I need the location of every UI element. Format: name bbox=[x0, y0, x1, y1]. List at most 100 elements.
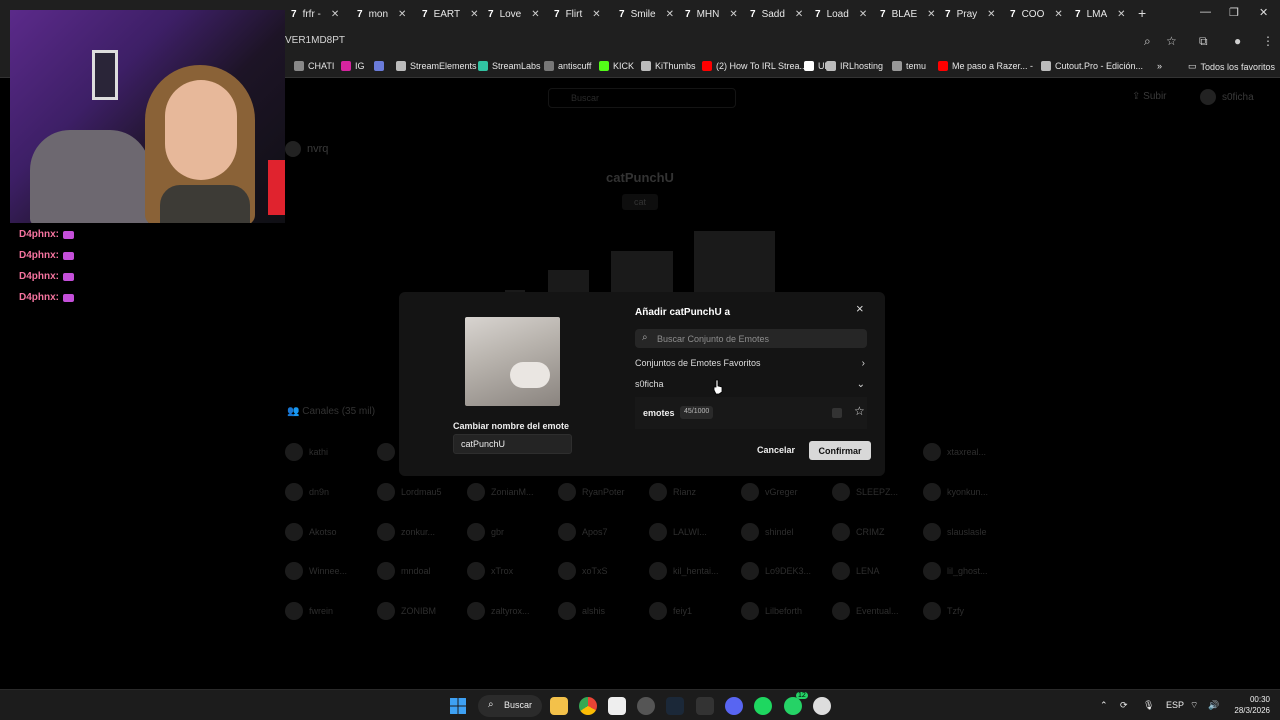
bookmark-item[interactable]: CHATI bbox=[294, 61, 334, 71]
tab-close-icon[interactable]: ✕ bbox=[470, 9, 478, 20]
browser-menu-icon[interactable]: ⋮ bbox=[1262, 34, 1274, 48]
new-tab-button[interactable]: + bbox=[1138, 5, 1146, 21]
star-icon[interactable]: ☆ bbox=[854, 404, 865, 418]
channel-item[interactable]: ZonianM... bbox=[467, 483, 534, 501]
channel-item[interactable]: gbr bbox=[467, 523, 504, 541]
channel-item[interactable]: RyanPoter bbox=[558, 483, 625, 501]
browser-tab[interactable]: 7 Load ✕ bbox=[815, 4, 867, 24]
browser-tab[interactable]: 7 Sadd ✕ bbox=[750, 4, 803, 24]
user-sets-section[interactable]: s0ficha ⌄ bbox=[635, 379, 867, 393]
epic-games-icon[interactable] bbox=[696, 697, 714, 715]
browser-tab[interactable]: 7 Love ✕ bbox=[488, 4, 540, 24]
channel-item[interactable]: kyonkun... bbox=[923, 483, 988, 501]
bookmark-item[interactable]: antiscuff bbox=[544, 61, 591, 71]
channel-item[interactable]: xTrox bbox=[467, 562, 513, 580]
profile-avatar[interactable]: ● bbox=[1234, 34, 1241, 48]
taskbar-search[interactable]: ⌕ Buscar bbox=[478, 695, 542, 717]
upload-button[interactable]: ⇪ Subir bbox=[1132, 91, 1167, 102]
bookmark-item[interactable]: KiThumbs bbox=[641, 61, 696, 71]
tab-close-icon[interactable]: ✕ bbox=[927, 9, 935, 20]
minimize-button[interactable]: — bbox=[1200, 6, 1211, 18]
browser-tab[interactable]: 7 mon ✕ bbox=[357, 4, 406, 24]
all-bookmarks-button[interactable]: ▭ Todos los favoritos bbox=[1188, 61, 1275, 72]
emote-set-checkbox[interactable] bbox=[832, 408, 842, 418]
channel-item[interactable]: Rianz bbox=[649, 483, 696, 501]
url-field[interactable]: VER1MD8PT bbox=[285, 35, 345, 46]
steam-icon[interactable] bbox=[666, 697, 684, 715]
confirm-button[interactable]: Confirmar bbox=[809, 441, 871, 460]
bookmark-item[interactable]: temu bbox=[892, 61, 926, 71]
channel-item[interactable]: Eventual... bbox=[832, 602, 899, 620]
channel-item[interactable]: mndoal bbox=[377, 562, 431, 580]
channel-item[interactable]: zonkur... bbox=[377, 523, 435, 541]
channel-item[interactable]: Akotso bbox=[285, 523, 337, 541]
tab-close-icon[interactable]: ✕ bbox=[666, 9, 674, 20]
channel-item[interactable]: shindel bbox=[741, 523, 794, 541]
channel-item[interactable]: Lordmau5 bbox=[377, 483, 442, 501]
network-icon[interactable]: ⟳ bbox=[1120, 700, 1128, 711]
site-search-input[interactable]: Buscar bbox=[548, 88, 736, 108]
channel-item[interactable]: lil_ghost... bbox=[923, 562, 988, 580]
channel-item[interactable]: Tzfy bbox=[923, 602, 964, 620]
channel-item[interactable]: kathi bbox=[285, 443, 328, 461]
browser-tab[interactable]: 7 Smile ✕ bbox=[619, 4, 674, 24]
spotify-icon[interactable] bbox=[754, 697, 772, 715]
bookmark-item[interactable]: StreamLabs bbox=[478, 61, 541, 71]
channels-tab[interactable]: 👥 Canales (35 mil) bbox=[287, 406, 375, 417]
tab-close-icon[interactable]: ✕ bbox=[1117, 9, 1125, 20]
channel-item[interactable]: Apos7 bbox=[558, 523, 608, 541]
emote-owner[interactable]: nvrq bbox=[285, 141, 328, 157]
browser-tab[interactable]: 7 COO ✕ bbox=[1010, 4, 1063, 24]
bookmark-item[interactable]: Me paso a Razer... - bbox=[938, 61, 1033, 71]
channel-item[interactable]: slauslasle bbox=[923, 523, 987, 541]
tab-close-icon[interactable]: ✕ bbox=[398, 9, 406, 20]
channel-item[interactable]: Lilbeforth bbox=[741, 602, 802, 620]
zoom-icon[interactable]: ⌕ bbox=[1144, 34, 1151, 49]
channel-item[interactable]: ZONIBM bbox=[377, 602, 436, 620]
discord-icon[interactable] bbox=[725, 697, 743, 715]
capcut-icon[interactable] bbox=[608, 697, 626, 715]
cancel-button[interactable]: Cancelar bbox=[757, 445, 795, 455]
channel-item[interactable]: kil_hentai... bbox=[649, 562, 719, 580]
channel-item[interactable]: fwrein bbox=[285, 602, 333, 620]
language-indicator[interactable]: ESP bbox=[1166, 700, 1184, 710]
obs-icon[interactable] bbox=[637, 697, 655, 715]
file-explorer-icon[interactable] bbox=[550, 697, 568, 715]
browser-tab[interactable]: 7 Pray ✕ bbox=[945, 4, 996, 24]
channel-item[interactable]: feiy1 bbox=[649, 602, 692, 620]
browser-tab[interactable]: 7 frfr - ✕ bbox=[291, 4, 339, 24]
tab-close-icon[interactable]: ✕ bbox=[1054, 9, 1062, 20]
volume-icon[interactable]: 🔊 bbox=[1208, 700, 1219, 711]
browser-tab[interactable]: 7 LMA ✕ bbox=[1075, 4, 1126, 24]
wifi-icon[interactable]: ⌔ bbox=[1190, 700, 1198, 711]
emote-set-search-input[interactable] bbox=[657, 331, 857, 346]
bookmark-item[interactable]: (2) How To IRL Strea... bbox=[702, 61, 807, 71]
user-menu[interactable]: s0ficha bbox=[1200, 89, 1254, 105]
windows-start-icon[interactable] bbox=[449, 697, 467, 715]
browser-tab[interactable]: 7 EART ✕ bbox=[422, 4, 478, 24]
whatsapp-icon[interactable] bbox=[784, 697, 802, 715]
close-icon[interactable]: × bbox=[856, 301, 864, 316]
tab-close-icon[interactable]: ✕ bbox=[859, 9, 867, 20]
chrome-icon[interactable] bbox=[579, 697, 597, 715]
browser-tab[interactable]: 7 BLAE ✕ bbox=[880, 4, 936, 24]
channel-item[interactable]: LALWI... bbox=[649, 523, 707, 541]
tab-close-icon[interactable]: ✕ bbox=[729, 9, 737, 20]
channel-item[interactable]: dn9n bbox=[285, 483, 329, 501]
emote-set-row[interactable]: emotes 45/1000 ☆ bbox=[635, 397, 867, 429]
channel-item[interactable]: vGreger bbox=[741, 483, 798, 501]
browser-tab[interactable]: 7 Flirt ✕ bbox=[554, 4, 601, 24]
bookmark-item[interactable]: IRLhosting bbox=[826, 61, 883, 71]
channel-item[interactable]: zaltyrox... bbox=[467, 602, 530, 620]
tab-close-icon[interactable]: ✕ bbox=[531, 9, 539, 20]
channel-item[interactable]: alshis bbox=[558, 602, 605, 620]
channel-item[interactable] bbox=[377, 443, 401, 461]
cutout-app-icon[interactable] bbox=[813, 697, 831, 715]
tab-close-icon[interactable]: ✕ bbox=[987, 9, 995, 20]
channel-item[interactable]: Lo9DEK3... bbox=[741, 562, 811, 580]
emote-tag[interactable]: cat bbox=[622, 194, 658, 210]
rename-emote-input[interactable] bbox=[453, 434, 572, 454]
channel-item[interactable]: xtaxreal... bbox=[923, 443, 986, 461]
channel-item[interactable]: xoTxS bbox=[558, 562, 608, 580]
bookmark-item[interactable]: Cutout.Pro - Edición... bbox=[1041, 61, 1143, 71]
